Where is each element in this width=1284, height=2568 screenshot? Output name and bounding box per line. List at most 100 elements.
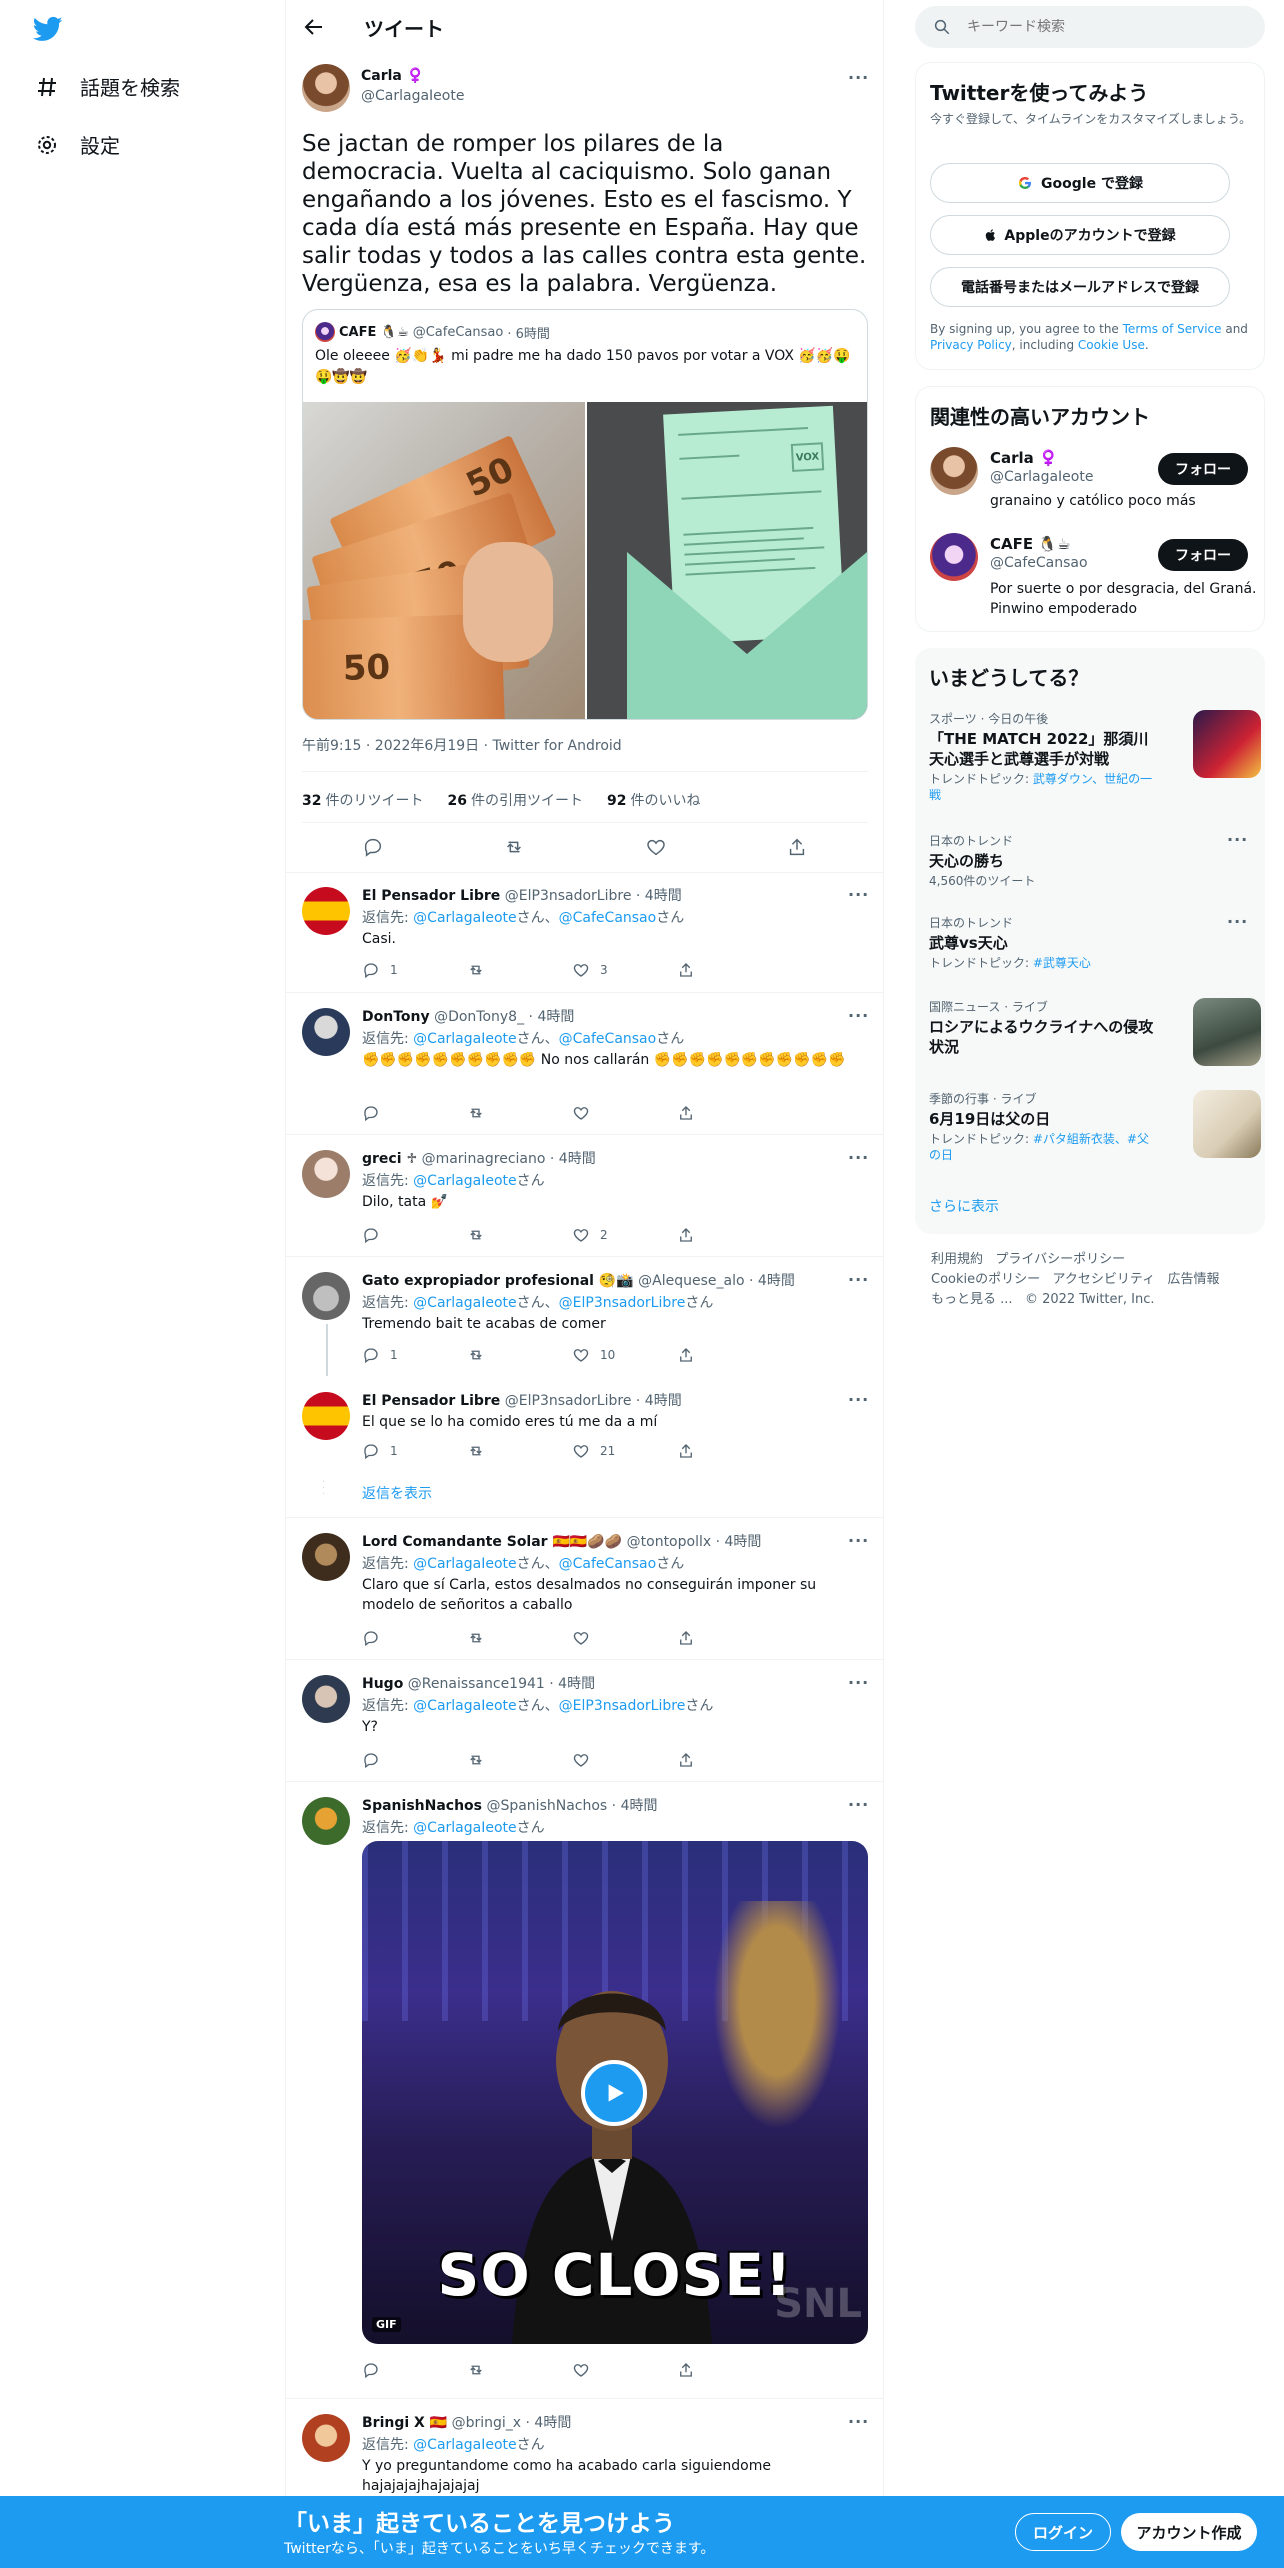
reply-tweet[interactable]: DonTony @DonTony8_ · 4時間 ··· 返信先: @Carla…: [286, 994, 883, 1135]
reply-avatar[interactable]: [302, 1675, 350, 1723]
reply-avatar[interactable]: [302, 1272, 350, 1320]
reply-name[interactable]: Bringi X 🇪🇸: [362, 2415, 447, 2431]
author-avatar[interactable]: [302, 64, 350, 112]
trend-item[interactable]: スポーツ · 今日の午後 「THE MATCH 2022」那須川天心選手と武尊選…: [929, 710, 1261, 803]
reply-icon[interactable]: [362, 961, 380, 979]
like-icon[interactable]: [572, 2361, 590, 2379]
mention-link[interactable]: @CarlagaIeote: [413, 1698, 516, 1714]
share-icon[interactable]: [677, 961, 695, 979]
mention-link[interactable]: @CarlagaIeote: [413, 1173, 516, 1189]
share-icon[interactable]: [677, 1104, 695, 1122]
reply-handle[interactable]: @marinagreciano: [422, 1151, 546, 1167]
nav-settings[interactable]: 設定: [34, 130, 120, 159]
quote-count-link[interactable]: 26 件の引用ツイート: [447, 790, 582, 810]
mention-link[interactable]: @CarlagaIeote: [413, 1031, 516, 1047]
share-icon[interactable]: [786, 836, 808, 858]
mention-link[interactable]: @CafeCansao: [559, 1556, 657, 1572]
mention-link[interactable]: @ElP3nsadorLibre: [559, 1295, 686, 1311]
quoted-tweet[interactable]: CAFE 🐧☕ @CafeCansao · 6時間 Ole oleeee 🥳👏💃…: [302, 309, 868, 720]
footer-link[interactable]: 利用規約: [931, 1252, 983, 1267]
like-icon[interactable]: [645, 836, 667, 858]
show-replies-link[interactable]: 返信を表示: [362, 1483, 432, 1503]
reply-time[interactable]: · 4時間: [550, 1151, 596, 1167]
more-options-icon[interactable]: ···: [848, 1270, 870, 1289]
cookie-link[interactable]: Cookie Use: [1078, 338, 1145, 352]
reply-handle[interactable]: @Alequese_alo: [638, 1273, 744, 1289]
mention-link[interactable]: @CarlagaIeote: [413, 1556, 516, 1572]
trend-item[interactable]: 日本のトレンド 天心の勝ち 4,560件のツイート ···: [929, 830, 1249, 889]
share-icon[interactable]: [677, 1629, 695, 1647]
reply-name[interactable]: Gato expropiador profesional 🧐📸: [362, 1273, 634, 1289]
footer-more-link[interactable]: もっと見る ...: [931, 1292, 1013, 1307]
reply-handle[interactable]: @ElP3nsadorLibre: [505, 1393, 632, 1409]
back-arrow-icon[interactable]: [302, 15, 326, 39]
related-name[interactable]: Carla ♀️: [990, 449, 1058, 467]
like-icon[interactable]: [572, 1629, 590, 1647]
follow-button[interactable]: フォロー: [1158, 539, 1248, 571]
like-count-link[interactable]: 92 件のいいね: [607, 790, 700, 810]
reply-time[interactable]: · 4時間: [636, 888, 682, 904]
trend-topic-link[interactable]: #武尊天心: [1033, 956, 1091, 970]
reply-name[interactable]: SpanishNachos: [362, 1798, 482, 1814]
more-options-icon[interactable]: ···: [848, 2412, 870, 2431]
more-options-icon[interactable]: ···: [848, 1673, 870, 1692]
reply-thread[interactable]: Gato expropiador profesional 🧐📸 @Aleques…: [286, 1258, 883, 1518]
phone-signup-button[interactable]: 電話番号またはメールアドレスで登録: [930, 267, 1230, 307]
footer-link[interactable]: Cookieのポリシー: [931, 1272, 1040, 1287]
reply-avatar[interactable]: [302, 887, 350, 935]
more-options-icon[interactable]: ···: [848, 885, 870, 904]
signup-button[interactable]: アカウント作成: [1121, 2513, 1257, 2551]
retweet-icon[interactable]: [467, 1226, 485, 1244]
reply-handle[interactable]: @DonTony8_: [434, 1009, 524, 1025]
mention-link[interactable]: @ElP3nsadorLibre: [559, 1698, 686, 1714]
reply-icon[interactable]: [362, 2361, 380, 2379]
more-options-icon[interactable]: ···: [848, 1531, 870, 1550]
retweet-icon[interactable]: [467, 961, 485, 979]
reply-icon[interactable]: [362, 1104, 380, 1122]
reply-name[interactable]: Lord Comandante Solar 🇪🇸🇪🇸🥔🥔: [362, 1534, 622, 1550]
related-name[interactable]: CAFE 🐧☕: [990, 535, 1070, 553]
trend-item[interactable]: 国際ニュース · ライブ ロシアによるウクライナへの侵攻状況: [929, 998, 1261, 1066]
quote-image-money[interactable]: 50 50 50 50: [303, 402, 585, 719]
retweet-icon[interactable]: [467, 1629, 485, 1647]
apple-signup-button[interactable]: Appleのアカウントで登録: [930, 215, 1230, 255]
reply-tweet[interactable]: SpanishNachos @SpanishNachos · 4時間 ··· 返…: [286, 1783, 883, 2399]
play-button[interactable]: [581, 2060, 647, 2126]
retweet-icon[interactable]: [503, 836, 525, 858]
like-icon[interactable]: [572, 1751, 590, 1769]
reply-name[interactable]: greci ♱: [362, 1151, 417, 1167]
reply-icon[interactable]: [362, 1751, 380, 1769]
mention-link[interactable]: @CarlagaIeote: [413, 910, 516, 926]
reply-avatar[interactable]: [302, 1150, 350, 1198]
reply-time[interactable]: · 4時間: [529, 1009, 575, 1025]
footer-link[interactable]: アクセシビリティ: [1053, 1272, 1156, 1287]
reply-name[interactable]: Hugo: [362, 1676, 403, 1692]
more-options-icon[interactable]: ···: [1227, 912, 1249, 931]
related-avatar[interactable]: [930, 533, 978, 581]
reply-time[interactable]: · 4時間: [612, 1798, 658, 1814]
share-icon[interactable]: [677, 2361, 695, 2379]
author-name[interactable]: Carla ♀️: [361, 68, 424, 84]
nav-explore[interactable]: 話題を検索: [34, 72, 180, 101]
reply-avatar[interactable]: [302, 1533, 350, 1581]
retweet-icon[interactable]: [467, 1104, 485, 1122]
share-icon[interactable]: [677, 1751, 695, 1769]
login-button[interactable]: ログイン: [1015, 2513, 1111, 2551]
retweet-icon[interactable]: [467, 1442, 485, 1460]
trend-item[interactable]: 季節の行事 · ライブ 6月19日は父の日 トレンドトピック: #パタ組新衣装、…: [929, 1090, 1261, 1163]
related-handle[interactable]: @CarlagaIeote: [990, 469, 1093, 485]
reply-icon[interactable]: [362, 1442, 380, 1460]
mention-link[interactable]: @CafeCansao: [559, 910, 657, 926]
privacy-link[interactable]: Privacy Policy: [930, 338, 1012, 352]
google-signup-button[interactable]: Google で登録: [930, 163, 1230, 203]
terms-link[interactable]: Terms of Service: [1123, 322, 1222, 336]
reply-handle[interactable]: @bringi_x: [452, 2415, 521, 2431]
more-options-icon[interactable]: ···: [848, 1795, 870, 1814]
trend-item[interactable]: 日本のトレンド 武尊vs天心 トレンドトピック: #武尊天心 ···: [929, 912, 1249, 971]
quote-image-ballot[interactable]: VOX: [587, 402, 867, 719]
tweet-timestamp[interactable]: 午前9:15 · 2022年6月19日 · Twitter for Androi…: [302, 735, 622, 755]
retweet-icon[interactable]: [467, 1751, 485, 1769]
retweet-count-link[interactable]: 32 件のリツイート: [302, 790, 423, 810]
like-icon[interactable]: [572, 1104, 590, 1122]
reply-handle[interactable]: @Renaissance1941: [408, 1676, 545, 1692]
